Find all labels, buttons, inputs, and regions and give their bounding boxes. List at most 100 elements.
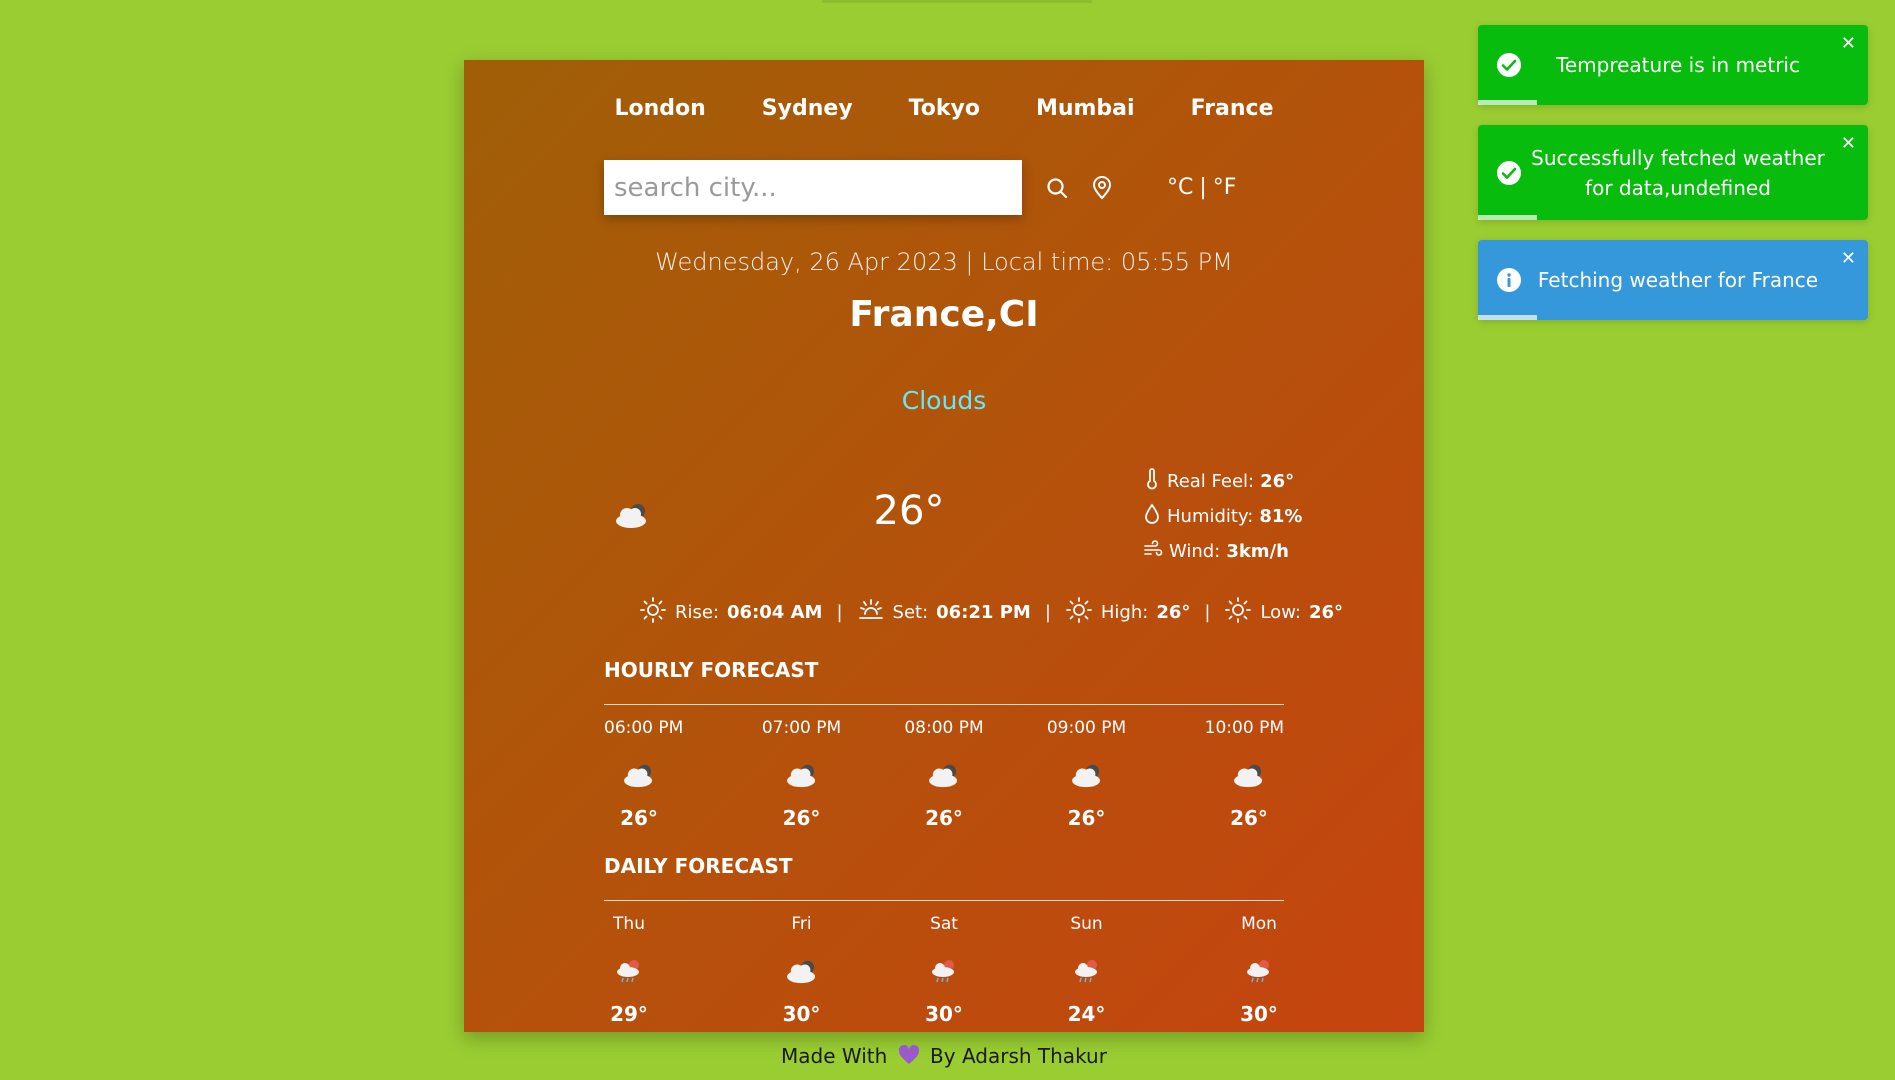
hourly-item: 09:00 PM 26° bbox=[1032, 718, 1142, 830]
sunset-label: Set: bbox=[892, 601, 929, 623]
humidity-row: Humidity: 81% bbox=[1143, 499, 1302, 534]
real-feel-row: Real Feel: 26° bbox=[1143, 464, 1302, 499]
day-temp: 30° bbox=[782, 1002, 821, 1026]
humidity-value: 81% bbox=[1259, 506, 1303, 527]
day-temp: 30° bbox=[925, 1002, 963, 1026]
footer-author: By Adarsh Thakur bbox=[930, 1044, 1107, 1068]
thermometer-icon bbox=[1143, 468, 1161, 495]
hour-label: 07:00 PM bbox=[761, 718, 842, 738]
city-button-london[interactable]: London bbox=[614, 96, 705, 121]
sun-icon bbox=[1224, 596, 1252, 629]
hour-temp: 26° bbox=[925, 806, 963, 830]
fahrenheit-button[interactable]: °F bbox=[1213, 175, 1237, 200]
search-icon[interactable] bbox=[1042, 173, 1072, 203]
day-temp: 29° bbox=[610, 1002, 648, 1026]
close-icon[interactable]: ✕ bbox=[1841, 133, 1856, 154]
toast-message: Fetching weather for France bbox=[1537, 268, 1819, 292]
high-item: High: 26° bbox=[1065, 596, 1190, 629]
weather-condition: Clouds bbox=[901, 386, 987, 415]
sunset-value: 06:21 PM bbox=[936, 601, 1031, 623]
sunrise-value: 06:04 AM bbox=[727, 601, 823, 623]
cloud-icon bbox=[767, 752, 837, 798]
close-icon[interactable]: ✕ bbox=[1841, 33, 1856, 54]
sunrise-item: Rise: 06:04 AM bbox=[639, 596, 822, 629]
cloud-icon bbox=[1052, 752, 1122, 798]
day-temp: 30° bbox=[1240, 1002, 1278, 1026]
real-feel-value: 26° bbox=[1260, 471, 1295, 492]
hour-temp: 26° bbox=[1230, 806, 1268, 830]
droplet-icon bbox=[1143, 503, 1161, 530]
toast-progress-bar bbox=[1478, 215, 1537, 220]
rain-cloud-icon bbox=[1234, 948, 1284, 994]
heart-icon bbox=[898, 1044, 920, 1070]
hourly-forecast-title: HOURLY FORECAST bbox=[604, 658, 819, 682]
day-label: Sat bbox=[930, 914, 958, 934]
low-item: Low: 26° bbox=[1224, 596, 1343, 629]
city-buttons: London Sydney Tokyo Mumbai France bbox=[464, 96, 1424, 121]
separator: | bbox=[836, 601, 843, 623]
footer: Made With By Adarsh Thakur bbox=[464, 1044, 1424, 1070]
toast-success[interactable]: Tempreature is in metric ✕ bbox=[1478, 25, 1868, 105]
real-feel-label: Real Feel: bbox=[1167, 471, 1255, 492]
wind-row: Wind: 3km/h bbox=[1143, 534, 1302, 569]
separator: | bbox=[1044, 601, 1051, 623]
celsius-button[interactable]: °C bbox=[1167, 175, 1193, 200]
day-label: Sun bbox=[1070, 914, 1103, 934]
daily-item: Sun 24° bbox=[1032, 914, 1142, 1026]
sunset-icon bbox=[857, 596, 885, 629]
cloud-icon bbox=[767, 948, 837, 994]
weather-card: London Sydney Tokyo Mumbai France °C | °… bbox=[464, 60, 1424, 1032]
toast-container: Tempreature is in metric ✕ Successfully … bbox=[1478, 25, 1868, 340]
date-time: Wednesday, 26 Apr 2023 | Local time: 05:… bbox=[655, 248, 1233, 276]
cloud-icon bbox=[909, 752, 979, 798]
city-button-sydney[interactable]: Sydney bbox=[762, 96, 853, 121]
footer-made-with: Made With bbox=[781, 1044, 888, 1068]
city-button-france[interactable]: France bbox=[1191, 96, 1274, 121]
hourly-item: 10:00 PM 26° bbox=[1174, 718, 1284, 830]
humidity-label: Humidity: bbox=[1167, 506, 1254, 527]
day-label: Thu bbox=[613, 914, 645, 934]
daily-item: Sat 30° bbox=[889, 914, 999, 1026]
hourly-divider bbox=[604, 704, 1284, 705]
hour-label: 10:00 PM bbox=[1204, 718, 1284, 738]
location-pin-icon[interactable] bbox=[1087, 173, 1117, 203]
city-button-tokyo[interactable]: Tokyo bbox=[909, 96, 980, 121]
separator: | bbox=[1204, 601, 1211, 623]
unit-separator: | bbox=[1199, 175, 1207, 200]
top-edge-shadow bbox=[822, 0, 1092, 3]
wind-icon bbox=[1143, 539, 1163, 564]
toast-message: Successfully fetched weather for data,un… bbox=[1531, 145, 1825, 200]
search-input[interactable] bbox=[604, 160, 1022, 215]
close-icon[interactable]: ✕ bbox=[1841, 248, 1856, 269]
search-row: °C | °F bbox=[604, 160, 1284, 215]
rain-cloud-icon bbox=[909, 948, 979, 994]
toast-success[interactable]: Successfully fetched weather for data,un… bbox=[1478, 125, 1868, 220]
city-button-mumbai[interactable]: Mumbai bbox=[1036, 96, 1135, 121]
check-circle-icon bbox=[1496, 160, 1522, 186]
daily-item: Fri 30° bbox=[747, 914, 857, 1026]
high-label: High: bbox=[1100, 601, 1149, 623]
wind-value: 3km/h bbox=[1226, 541, 1289, 562]
hour-label: 09:00 PM bbox=[1046, 718, 1127, 738]
daily-forecast: Thu 29° Fri 30° Sat 30° Sun 24° Mon 30° bbox=[604, 914, 1284, 1026]
hourly-item: 07:00 PM 26° bbox=[747, 718, 857, 830]
hour-temp: 26° bbox=[1067, 806, 1106, 830]
toast-progress-bar bbox=[1478, 315, 1537, 320]
toast-info[interactable]: Fetching weather for France ✕ bbox=[1478, 240, 1868, 320]
hourly-forecast: 06:00 PM 26° 07:00 PM 26° 08:00 PM 26° 0… bbox=[604, 718, 1284, 830]
day-label: Mon bbox=[1241, 914, 1277, 934]
sun-icon bbox=[639, 596, 667, 629]
low-value: 26° bbox=[1309, 601, 1344, 623]
cloud-icon bbox=[612, 500, 652, 534]
location-name: France,CI bbox=[849, 294, 1039, 335]
rain-cloud-icon bbox=[604, 948, 654, 994]
rain-cloud-icon bbox=[1052, 948, 1122, 994]
hour-temp: 26° bbox=[620, 806, 658, 830]
current-temperature: 26° bbox=[873, 488, 945, 534]
hour-label: 08:00 PM bbox=[904, 718, 984, 738]
sun-icon bbox=[1065, 596, 1093, 629]
sunset-item: Set: 06:21 PM bbox=[857, 596, 1031, 629]
cloud-icon bbox=[1214, 752, 1284, 798]
toast-message: Tempreature is in metric bbox=[1556, 53, 1800, 77]
daily-divider bbox=[604, 900, 1284, 901]
